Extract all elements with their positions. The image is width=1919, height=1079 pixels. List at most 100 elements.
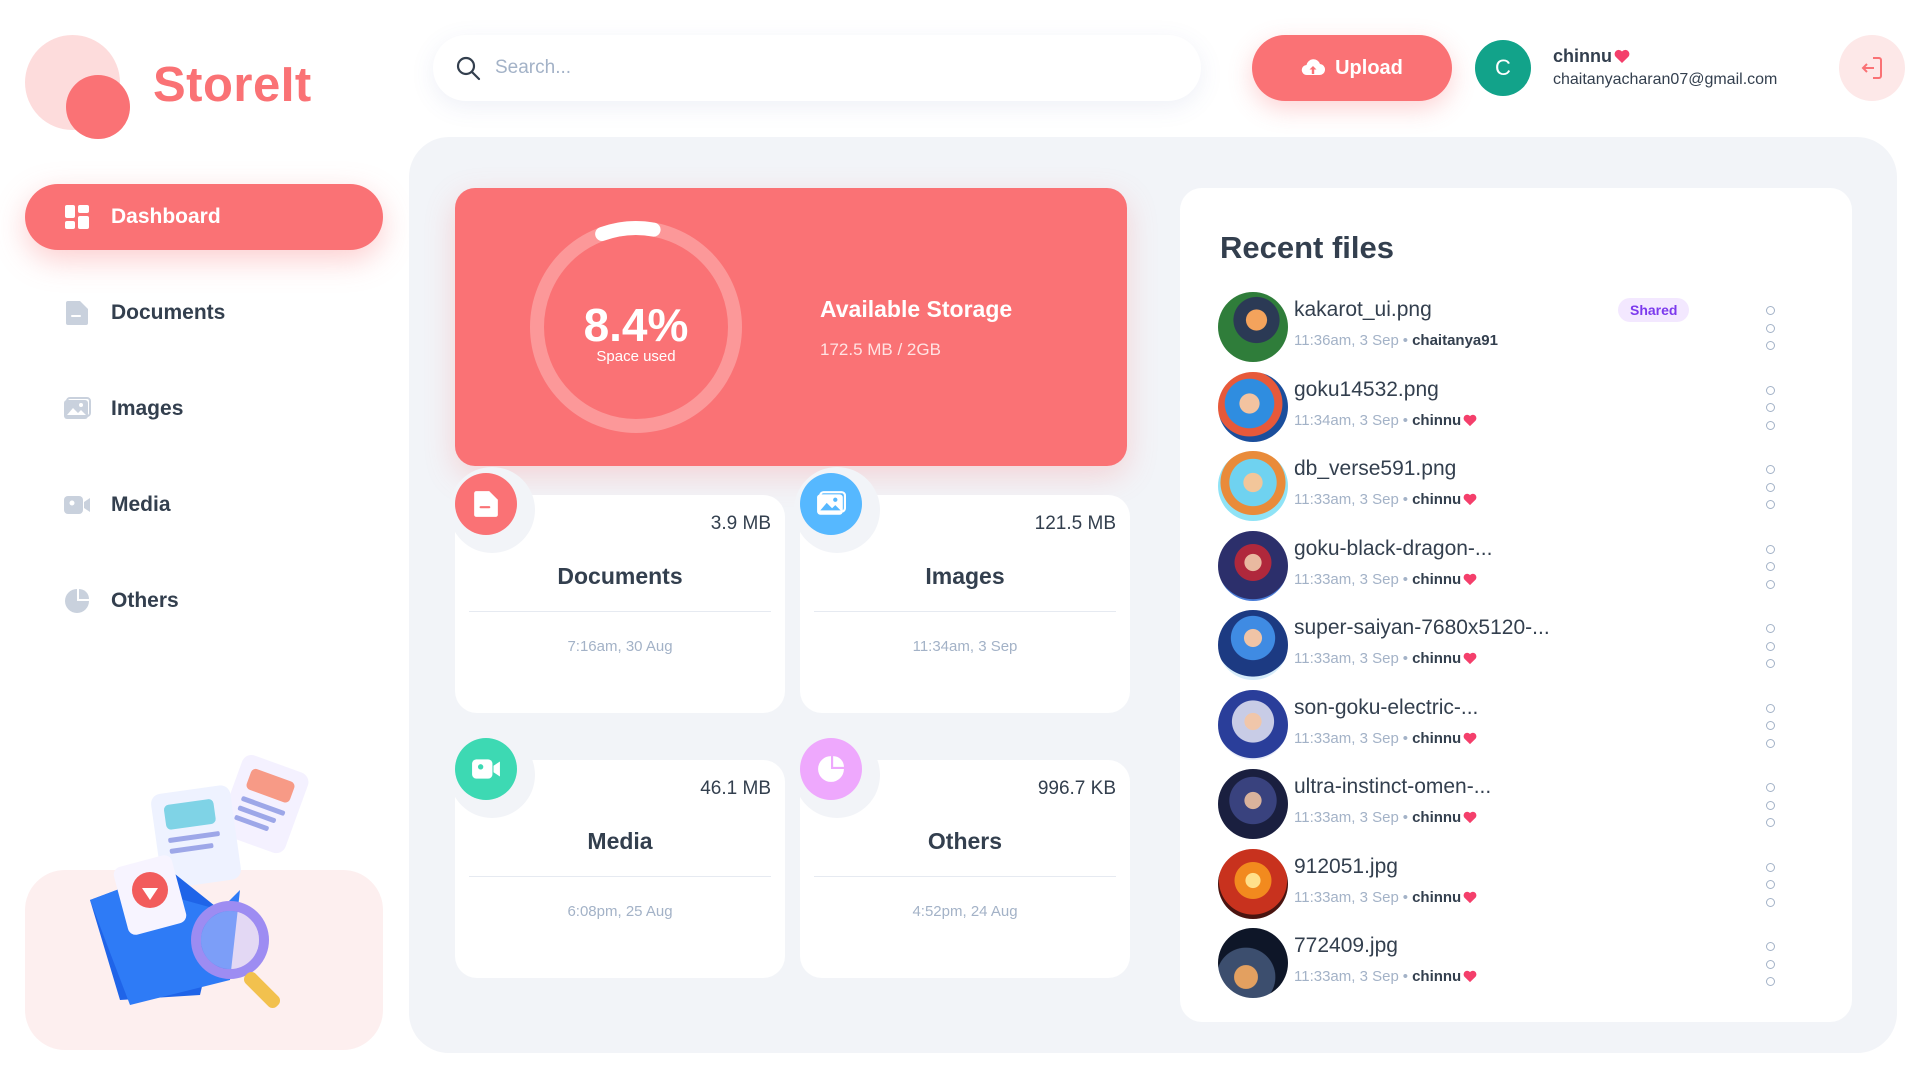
images-icon[interactable] [800,473,862,535]
storage-title: Available Storage [820,296,1013,322]
category-card-documents[interactable]: 3.9 MB Documents 7:16am, 30 Aug [449,467,785,713]
sidebar-nav: Dashboard Documents Images Media Others [25,184,383,664]
list-item[interactable]: 912051.jpg 11:33am, 3 Sep • chinnu [1218,848,1818,929]
heart-icon [1614,49,1630,63]
file-name[interactable]: ultra-instinct-omen-... [1294,775,1491,799]
file-time: 11:33am, 3 Sep [1294,650,1399,667]
category-card-images[interactable]: 121.5 MB Images 11:34am, 3 Sep [794,467,1130,713]
list-item[interactable]: ultra-instinct-omen-... 11:33am, 3 Sep • c… [1218,769,1818,849]
more-options-icon[interactable] [1758,862,1782,907]
others-icon [63,587,91,615]
file-meta: 11:34am, 3 Sep • chinnu [1294,412,1477,429]
file-owner: chinnu [1412,809,1462,826]
avatar[interactable]: C [1475,40,1531,96]
dashboard-icon [63,203,91,231]
media-icon [63,491,91,519]
more-options-icon[interactable] [1758,385,1782,430]
file-meta: 11:33am, 3 Sep • chinnu [1294,889,1477,906]
more-options-icon[interactable] [1758,703,1782,748]
category-card-others[interactable]: 996.7 KB Others 4:52pm, 24 Aug [794,732,1130,978]
file-name[interactable]: goku-black-dragon-... [1294,537,1492,561]
category-updated-time: 4:52pm, 24 Aug [912,903,1018,920]
documents-icon[interactable] [455,473,517,535]
sidebar-item-others[interactable]: Others [25,568,383,634]
list-item[interactable]: son-goku-electric-... 11:33am, 3 Sep • chi… [1218,689,1818,770]
file-thumbnail [1218,689,1288,760]
divider [469,611,771,612]
category-size: 3.9 MB [710,513,771,534]
file-meta: 11:33am, 3 Sep • chinnu [1294,650,1477,667]
file-time: 11:33am, 3 Sep [1294,968,1399,985]
file-time: 11:36am, 3 Sep [1294,332,1399,349]
more-options-icon[interactable] [1758,306,1782,350]
user-name: chinnu [1553,46,1630,67]
list-item[interactable]: goku-black-dragon-... 11:33am, 3 Sep • chi… [1218,530,1818,611]
sidebar-item-label: Dashboard [111,205,221,228]
more-options-icon[interactable] [1758,465,1782,509]
heart-icon [1463,493,1477,506]
file-time: 11:33am, 3 Sep [1294,491,1399,508]
heart-icon [1463,732,1477,744]
file-meta: 11:33am, 3 Sep • chinnu [1294,491,1477,508]
file-name[interactable]: goku14532.png [1294,378,1439,402]
file-name[interactable]: db_verse591.png [1294,457,1456,481]
file-name[interactable]: 772409.jpg [1294,934,1398,958]
cloud-upload-icon [1301,59,1326,76]
more-options-icon[interactable] [1758,624,1782,668]
recent-files-title: Recent files [1220,230,1395,265]
file-owner: chinnu [1412,729,1462,747]
heart-icon [1463,970,1477,983]
sidebar-item-media[interactable]: Media [25,472,383,538]
sidebar-item-dashboard[interactable]: Dashboard [25,184,383,250]
heart-icon [1463,414,1477,426]
category-card-media[interactable]: 46.1 MB Media 6:08pm, 25 Aug [449,732,785,978]
more-options-icon[interactable] [1758,942,1782,986]
list-item[interactable]: db_verse591.png 11:33am, 3 Sep • chinnu [1218,451,1818,531]
upload-button[interactable]: Upload [1252,35,1452,101]
file-thumbnail [1218,451,1288,521]
logo[interactable]: StoreIt [25,35,311,140]
file-meta: 11:33am, 3 Sep • chinnu [1294,968,1477,985]
sidebar-item-documents[interactable]: Documents [25,280,383,346]
category-updated-time: 7:16am, 30 Aug [567,638,673,655]
file-thumbnail [1218,848,1288,919]
file-time: 11:33am, 3 Sep [1294,570,1399,588]
heart-icon [1463,891,1477,903]
file-meta: 11:33am, 3 Sep • chinnu [1294,730,1477,747]
media-icon[interactable] [455,738,517,800]
more-options-icon[interactable] [1758,544,1782,589]
file-thumbnail [1218,371,1288,442]
file-owner: chinnu [1412,968,1462,985]
file-time: 11:33am, 3 Sep [1294,809,1399,826]
list-item[interactable]: 772409.jpg 11:33am, 3 Sep • chinnu [1218,928,1818,1008]
category-name: Documents [557,563,683,589]
category-size: 121.5 MB [1034,513,1116,534]
list-item[interactable]: goku14532.png 11:34am, 3 Sep • chinnu [1218,371,1818,452]
search-input[interactable] [495,57,1145,79]
file-time: 11:33am, 3 Sep [1294,729,1399,747]
file-name[interactable]: super-saiyan-7680x5120-... [1294,616,1550,640]
category-size: 996.7 KB [1037,778,1116,799]
list-item[interactable]: super-saiyan-7680x5120-... 11:33am, 3 Se… [1218,610,1818,690]
more-options-icon[interactable] [1758,783,1782,827]
logout-button[interactable] [1839,35,1905,101]
file-name[interactable]: son-goku-electric-... [1294,696,1478,720]
storage-amount: 172.5 MB / 2GB [820,340,941,359]
category-name: Others [927,828,1003,854]
divider [469,876,771,877]
logout-icon [1861,57,1882,79]
list-item[interactable]: kakarot_ui.png 11:36am, 3 Sep • chaitanya9… [1218,292,1818,372]
search-bar[interactable] [433,35,1201,101]
divider [814,611,1116,612]
sidebar-item-label: Media [111,493,171,516]
file-thumbnail [1218,928,1288,998]
files-illustration [90,754,309,1009]
file-name[interactable]: kakarot_ui.png [1294,298,1432,322]
logo-text: StoreIt [153,58,312,112]
file-name[interactable]: 912051.jpg [1294,855,1398,879]
user-email: chaitanyacharan07@gmail.com [1553,71,1778,88]
others-icon[interactable] [800,738,862,800]
sidebar-item-images[interactable]: Images [25,376,383,442]
search-icon [456,56,481,81]
recent-files-list: kakarot_ui.png 11:36am, 3 Sep • chaitanya9… [1218,292,1818,1008]
